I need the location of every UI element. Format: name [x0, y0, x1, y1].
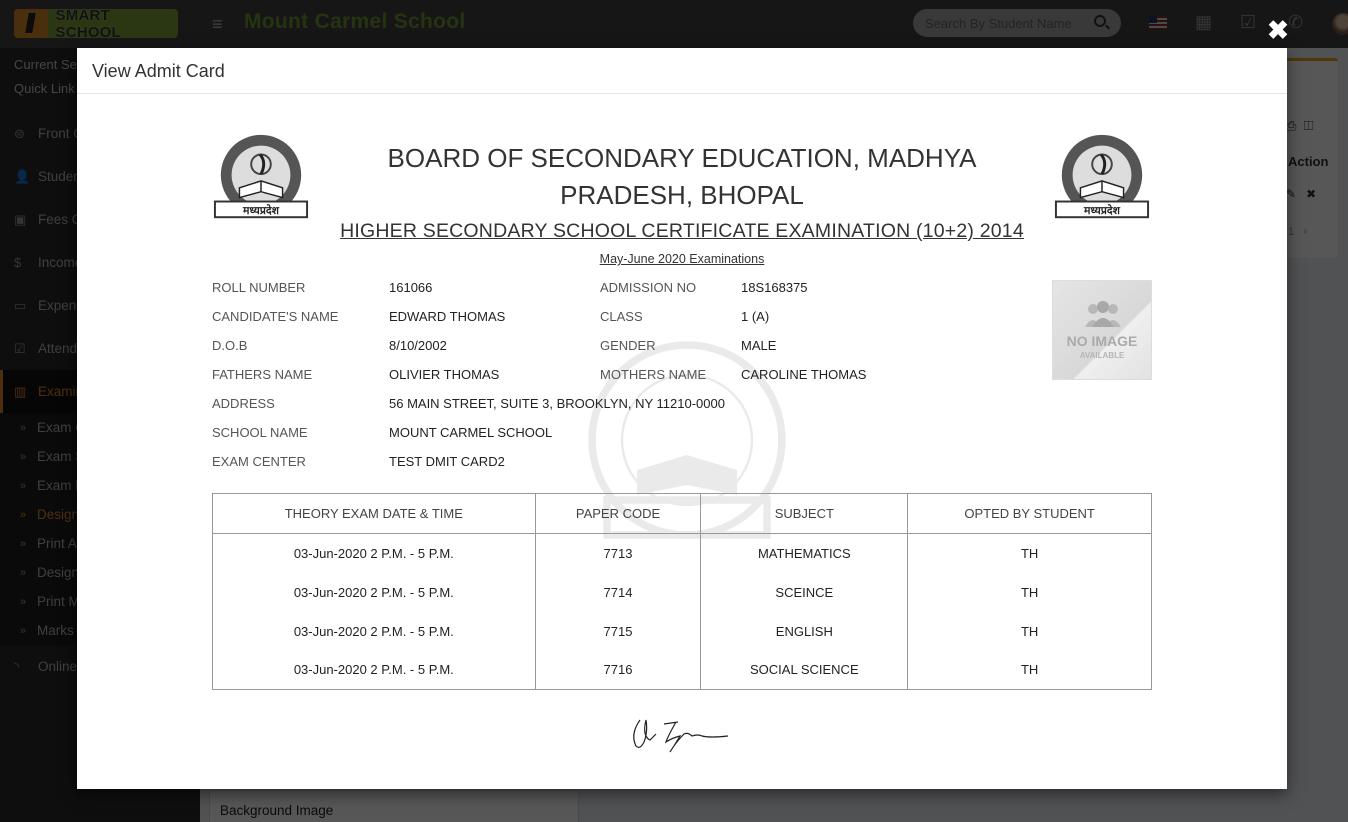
field-label: CLASS — [600, 309, 643, 324]
seal-caption: मध्यप्रदेश — [242, 204, 280, 217]
field-label: GENDER — [600, 338, 656, 353]
exam-session: May-June 2020 Examinations — [599, 252, 765, 266]
exam-datetime: 03-Jun-2020 2 P.M. - 5 P.M. — [212, 611, 536, 651]
field-value: 1 (A) — [741, 309, 770, 324]
exam-datetime: 03-Jun-2020 2 P.M. - 5 P.M. — [212, 650, 536, 690]
subject: MATHEMATICS — [700, 533, 909, 573]
subject: SOCIAL SCIENCE — [700, 650, 909, 690]
exam-datetime: 03-Jun-2020 2 P.M. - 5 P.M. — [212, 572, 536, 612]
modal-header: View Admit Card — [77, 48, 1287, 94]
field-value: MOUNT CARMEL SCHOOL — [389, 425, 553, 440]
field-label: FATHERS NAME — [212, 367, 313, 382]
field-label: ADMISSION NO — [600, 280, 697, 295]
field-value: TEST DMIT CARD2 — [389, 454, 505, 469]
board-seal-logo-right: मध्यप्रदेश — [1054, 134, 1150, 219]
field-label: SCHOOL NAME — [212, 425, 308, 440]
no-image-text: NO IMAGE — [1066, 333, 1138, 349]
authority-signature — [633, 719, 729, 753]
field-value: 161066 — [389, 280, 433, 295]
field-label: ADDRESS — [212, 396, 275, 411]
close-modal-button[interactable]: ✖ — [1266, 17, 1290, 43]
field-value: EDWARD THOMAS — [389, 309, 506, 324]
opted-by-student: TH — [907, 533, 1152, 573]
field-label: CANDIDATE'S NAME — [212, 309, 339, 324]
field-value: OLIVIER THOMAS — [389, 367, 500, 382]
field-label: EXAM CENTER — [212, 454, 306, 469]
board-seal-logo-left: मध्यप्रदेश — [213, 134, 309, 219]
available-text: AVAILABLE — [1079, 351, 1125, 360]
admit-card-modal: View Admit Card मध्यप्रदेश मध्यप्रदेश BO… — [77, 48, 1287, 789]
subject: ENGLISH — [700, 611, 909, 651]
field-value: MALE — [741, 338, 777, 353]
field-value: 8/10/2002 — [389, 338, 447, 353]
student-photo-placeholder: NO IMAGE AVAILABLE — [1052, 280, 1152, 380]
paper-code: 7715 — [534, 611, 702, 651]
board-title: BOARD OF SECONDARY EDUCATION, MADHYA PRA… — [387, 143, 977, 210]
field-value: 18S168375 — [741, 280, 808, 295]
paper-code: 7714 — [534, 572, 702, 612]
paper-code: 7713 — [534, 533, 702, 573]
field-label: MOTHERS NAME — [600, 367, 707, 382]
paper-code: 7716 — [534, 650, 702, 690]
opted-by-student: TH — [907, 611, 1152, 651]
column-header: SUBJECT — [700, 493, 909, 534]
column-header: PAPER CODE — [534, 493, 702, 534]
table-row: 03-Jun-2020 2 P.M. - 5 P.M. 7716 SOCIAL … — [212, 650, 1152, 690]
subject: SCEINCE — [700, 572, 909, 612]
field-value: 56 MAIN STREET, SUITE 3, BROOKLYN, NY 11… — [389, 396, 725, 411]
opted-by-student: TH — [907, 572, 1152, 612]
table-row: 03-Jun-2020 2 P.M. - 5 P.M. 7714 SCEINCE… — [212, 572, 1152, 612]
field-label: ROLL NUMBER — [212, 280, 306, 295]
exam-datetime: 03-Jun-2020 2 P.M. - 5 P.M. — [212, 533, 536, 573]
modal-title: View Admit Card — [92, 61, 225, 81]
exam-schedule-table: THEORY EXAM DATE & TIME PAPER CODE SUBJE… — [212, 493, 1152, 690]
exam-title: HIGHER SECONDARY SCHOOL CERTIFICATE EXAM… — [340, 220, 1024, 242]
field-label: D.O.B — [212, 338, 248, 353]
table-row: 03-Jun-2020 2 P.M. - 5 P.M. 7713 MATHEMA… — [212, 533, 1152, 573]
seal-caption: मध्यप्रदेश — [1083, 204, 1121, 217]
table-header-row: THEORY EXAM DATE & TIME PAPER CODE SUBJE… — [212, 493, 1152, 534]
people-icon — [1085, 301, 1121, 327]
field-value: CAROLINE THOMAS — [741, 367, 867, 382]
opted-by-student: TH — [907, 650, 1152, 690]
table-row: 03-Jun-2020 2 P.M. - 5 P.M. 7715 ENGLISH… — [212, 611, 1152, 651]
column-header: THEORY EXAM DATE & TIME — [212, 493, 536, 534]
column-header: OPTED BY STUDENT — [907, 493, 1152, 534]
